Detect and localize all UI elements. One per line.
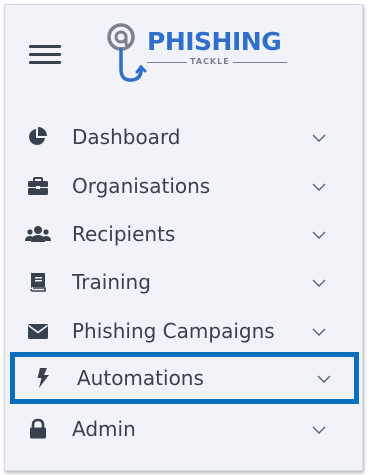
chevron-down-icon[interactable]	[311, 179, 327, 195]
logo-wordmark: PHISHING	[147, 27, 282, 56]
briefcase-icon	[28, 177, 48, 195]
chevron-down-icon[interactable]	[311, 130, 327, 146]
chevron-down-icon[interactable]	[311, 227, 327, 243]
at-hook-icon	[107, 23, 147, 82]
nav-item-admin[interactable]: Admin	[5, 407, 364, 451]
chevron-down-icon[interactable]	[311, 422, 327, 438]
nav-item-training[interactable]: Training	[5, 260, 364, 304]
logo-subtext: TACKLE	[187, 58, 233, 66]
nav-item-label: Automations	[77, 366, 204, 390]
nav-item-label: Organisations	[72, 174, 211, 198]
nav-item-label: Admin	[72, 417, 136, 441]
screenshot-frame: PHISHING TACKLE Dashboard Organisations …	[0, 0, 369, 475]
hamburger-bar	[29, 45, 61, 48]
nav-item-recipients[interactable]: Recipients	[5, 212, 364, 256]
users-icon	[25, 226, 51, 242]
chevron-down-icon[interactable]	[311, 275, 327, 291]
nav-item-label: Phishing Campaigns	[72, 319, 275, 343]
book-icon	[30, 273, 46, 292]
envelope-icon	[28, 324, 48, 339]
lock-icon	[30, 418, 46, 439]
hamburger-bar	[29, 53, 61, 56]
chevron-down-icon[interactable]	[316, 371, 332, 387]
nav-item-label: Recipients	[72, 222, 176, 246]
nav-item-dashboard[interactable]: Dashboard	[5, 115, 364, 159]
sidebar: PHISHING TACKLE Dashboard Organisations …	[4, 4, 363, 471]
hamburger-bar	[29, 61, 61, 64]
hamburger-menu-icon[interactable]	[29, 44, 61, 66]
nav-item-phishing-campaigns[interactable]: Phishing Campaigns	[5, 309, 364, 353]
pie-chart-icon	[29, 127, 47, 145]
nav-item-organisations[interactable]: Organisations	[5, 164, 364, 208]
logo[interactable]: PHISHING TACKLE	[103, 17, 293, 89]
nav-item-label: Training	[72, 270, 151, 294]
nav-item-automations[interactable]: Automations	[10, 352, 359, 404]
nav-item-label: Dashboard	[72, 125, 181, 149]
chevron-down-icon[interactable]	[311, 324, 327, 340]
bolt-icon	[37, 368, 49, 388]
